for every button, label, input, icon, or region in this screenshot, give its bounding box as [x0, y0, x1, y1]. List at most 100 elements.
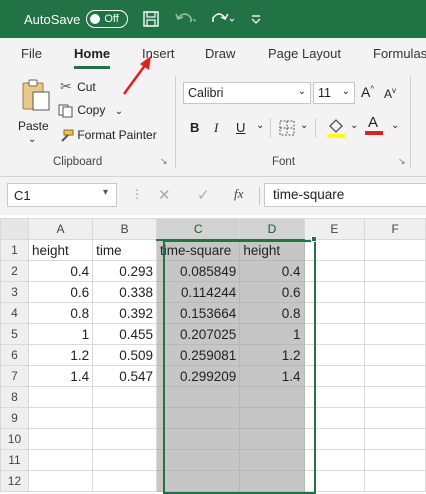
formula-input[interactable]: time-square: [264, 183, 426, 207]
cell[interactable]: 1.4: [27, 365, 94, 387]
cell[interactable]: [364, 428, 426, 450]
cell[interactable]: [303, 239, 366, 261]
cell[interactable]: [303, 428, 366, 450]
cell[interactable]: [27, 407, 94, 429]
cell[interactable]: [27, 386, 94, 408]
cell[interactable]: 0.153664: [155, 302, 241, 324]
underline-button[interactable]: U: [236, 120, 245, 135]
cell[interactable]: 0.4: [239, 260, 305, 282]
column-header-a[interactable]: A: [27, 218, 94, 240]
column-header-d[interactable]: D: [239, 218, 305, 241]
row-header[interactable]: 9: [0, 407, 29, 429]
cell[interactable]: [364, 449, 426, 471]
cell[interactable]: [155, 407, 241, 429]
cell[interactable]: [239, 386, 305, 408]
cell[interactable]: [303, 407, 366, 429]
undo-icon[interactable]: [174, 10, 197, 28]
cell[interactable]: [155, 386, 241, 408]
cell[interactable]: [155, 470, 241, 492]
row-header[interactable]: 11: [0, 449, 29, 471]
cell[interactable]: [303, 281, 366, 303]
row-header[interactable]: 12: [0, 470, 29, 492]
cell[interactable]: [27, 449, 94, 471]
copy-dropdown-icon[interactable]: ⌄: [115, 106, 123, 117]
cell[interactable]: [92, 470, 157, 492]
cell[interactable]: [303, 323, 366, 345]
cell[interactable]: [92, 407, 157, 429]
column-header-b[interactable]: B: [92, 218, 157, 240]
cell[interactable]: time-square: [155, 239, 241, 261]
cell[interactable]: [155, 428, 241, 450]
cell[interactable]: [303, 302, 366, 324]
cell[interactable]: [364, 407, 426, 429]
underline-dropdown-icon[interactable]: ⌄: [256, 120, 264, 131]
cell[interactable]: [364, 470, 426, 492]
copy-button[interactable]: Copy ⌄: [58, 103, 123, 118]
cell[interactable]: 1: [239, 323, 305, 345]
cell[interactable]: [303, 449, 366, 471]
cell[interactable]: [27, 428, 94, 450]
cell[interactable]: [239, 449, 305, 471]
cell[interactable]: 0.8: [239, 302, 305, 324]
insert-function-button[interactable]: fx: [234, 186, 243, 202]
cell[interactable]: 1.2: [239, 344, 305, 366]
cell[interactable]: 0.4: [27, 260, 94, 282]
cell[interactable]: 1.4: [239, 365, 305, 387]
cell[interactable]: [364, 386, 426, 408]
cell[interactable]: [364, 239, 426, 261]
decrease-font-size-button[interactable]: Av: [384, 86, 396, 101]
cell[interactable]: 0.6: [27, 281, 94, 303]
cell[interactable]: [364, 344, 426, 366]
cell[interactable]: [155, 449, 241, 471]
format-painter-button[interactable]: Format Painter: [58, 128, 157, 143]
tab-file[interactable]: File: [21, 46, 42, 61]
cell[interactable]: [92, 428, 157, 450]
cell[interactable]: 0.114244: [155, 281, 241, 303]
cell[interactable]: 0.547: [92, 365, 157, 387]
font-size-dropdown[interactable]: 11 ⌄: [313, 82, 355, 104]
cell[interactable]: 0.293: [92, 260, 157, 282]
cancel-icon[interactable]: ✕: [158, 186, 171, 204]
column-header-f[interactable]: F: [364, 218, 426, 240]
cell[interactable]: [92, 386, 157, 408]
cell[interactable]: 0.259081: [155, 344, 241, 366]
cell[interactable]: [303, 260, 366, 282]
column-header-c[interactable]: C: [155, 218, 241, 241]
borders-dropdown-icon[interactable]: ⌄: [300, 120, 308, 131]
cell[interactable]: time: [92, 239, 157, 261]
borders-button[interactable]: [278, 119, 296, 140]
cell[interactable]: 0.509: [92, 344, 157, 366]
cell[interactable]: 1.2: [27, 344, 94, 366]
font-color-button[interactable]: A: [365, 114, 383, 135]
clipboard-launcher-icon[interactable]: ↘: [160, 156, 168, 167]
italic-button[interactable]: I: [214, 120, 218, 136]
cell[interactable]: height: [239, 239, 305, 261]
cell[interactable]: 0.392: [92, 302, 157, 324]
cell[interactable]: [92, 449, 157, 471]
name-box-dropdown-icon[interactable]: ▾: [103, 187, 108, 198]
cell[interactable]: [27, 470, 94, 492]
name-box[interactable]: C1 ▾: [7, 183, 117, 207]
row-header[interactable]: 7: [0, 365, 29, 387]
customize-quick-access-icon[interactable]: [250, 13, 262, 25]
font-name-dropdown[interactable]: Calibri ⌄: [183, 82, 311, 104]
increase-font-size-button[interactable]: A^: [361, 84, 374, 100]
font-launcher-icon[interactable]: ↘: [398, 156, 406, 167]
row-header[interactable]: 2: [0, 260, 29, 282]
cell[interactable]: [239, 470, 305, 492]
cell[interactable]: [239, 428, 305, 450]
row-header[interactable]: 6: [0, 344, 29, 366]
row-header[interactable]: 5: [0, 323, 29, 345]
cell[interactable]: height: [27, 239, 94, 261]
row-header[interactable]: 8: [0, 386, 29, 408]
cell[interactable]: 0.299209: [155, 365, 241, 387]
font-color-dropdown-icon[interactable]: ⌄: [391, 120, 399, 131]
cell[interactable]: [364, 281, 426, 303]
cell[interactable]: [364, 260, 426, 282]
row-header[interactable]: 10: [0, 428, 29, 450]
fill-handle[interactable]: [311, 236, 317, 242]
paste-button[interactable]: Paste ⌄: [16, 76, 56, 151]
cell[interactable]: [364, 302, 426, 324]
row-header[interactable]: 1: [0, 239, 29, 261]
cell[interactable]: [303, 386, 366, 408]
